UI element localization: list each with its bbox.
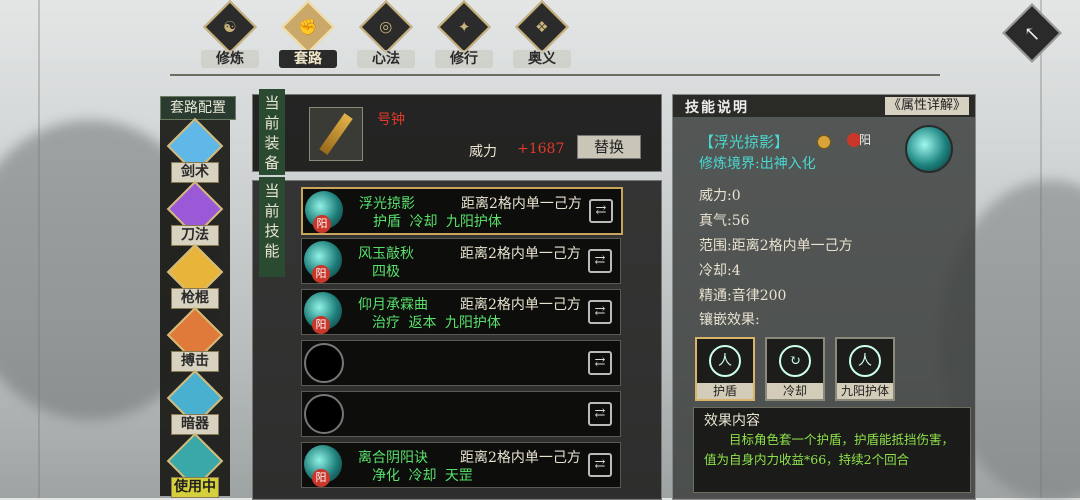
- skill-tags: 治疗 返本 九阳护体: [372, 315, 501, 331]
- tab-label: 修炼: [201, 50, 259, 68]
- description-title: 技能说明: [685, 100, 749, 116]
- skill-tags: 四极: [372, 264, 400, 280]
- skill-slot-1[interactable]: 阳 浮光掠影 距离2格内单一己方 护盾 冷却 九阳护体 ⇄: [301, 187, 623, 235]
- weapon-icon[interactable]: [309, 107, 363, 161]
- skill-range: 距离2格内单一己方: [460, 246, 581, 262]
- skill-tags: 护盾 冷却 九阳护体: [373, 214, 502, 230]
- inlay-shield[interactable]: 人 护盾: [695, 337, 755, 401]
- category-fist[interactable]: 搏击: [166, 306, 224, 373]
- swap-icon[interactable]: ⇄: [588, 453, 612, 477]
- tab-label: 套路: [279, 50, 337, 68]
- tab-emblem-icon: ◎: [359, 0, 413, 54]
- effect-title: 效果内容: [704, 413, 760, 429]
- skill-name: 离合阴阳诀: [358, 450, 428, 466]
- coin-icon: [817, 135, 831, 149]
- skill-name: 风玉敲秋: [358, 246, 414, 262]
- inlay-label: 九阳护体: [837, 383, 893, 399]
- category-sword[interactable]: 剑术: [166, 117, 224, 184]
- category-hidden-weapon[interactable]: 暗器: [166, 369, 224, 436]
- power-label: 威力: [469, 144, 497, 160]
- swap-icon[interactable]: ⇄: [588, 351, 612, 375]
- yang-label: 阳: [859, 133, 872, 147]
- description-header-bar: 技能说明 《属性详解》: [673, 95, 975, 117]
- swap-icon[interactable]: ⇄: [588, 249, 612, 273]
- top-tab-bar: ☯ 修炼 ✊ 套路 ◎ 心法 ✦ 修行 ❖ 奥义: [195, 0, 577, 68]
- equipment-panel: 当前装备 号钟 威力 +1687 替换: [252, 89, 662, 175]
- swap-icon[interactable]: ⇄: [589, 199, 613, 223]
- tab-aoyi[interactable]: ❖ 奥义: [507, 0, 577, 68]
- skill-slot-5-empty[interactable]: ⇄: [301, 391, 621, 437]
- category-spear[interactable]: 枪棍: [166, 243, 224, 310]
- category-sidebar: 套路配置 剑术 刀法 枪棍 搏击 暗器 使用中: [160, 96, 236, 499]
- tab-label: 奥义: [513, 50, 571, 68]
- tab-label: 心法: [357, 50, 415, 68]
- effect-text: 目标角色套一个护盾，护盾能抵挡伤害，值为自身内力收益*66，持续2个回合: [704, 432, 955, 467]
- skill-name: 仰月承霖曲: [358, 297, 428, 313]
- category-in-use[interactable]: 使用中: [166, 432, 224, 499]
- tab-xiuxing[interactable]: ✦ 修行: [429, 0, 499, 68]
- skills-header: 当前技能: [259, 177, 285, 277]
- yang-badge: 阳: [312, 265, 330, 283]
- tab-xiulian[interactable]: ☯ 修炼: [195, 0, 265, 68]
- sidebar-title: 套路配置: [160, 96, 236, 120]
- category-blade[interactable]: 刀法: [166, 180, 224, 247]
- tab-emblem-icon: ❖: [515, 0, 569, 54]
- tab-xinfa[interactable]: ◎ 心法: [351, 0, 421, 68]
- skill-tags: 净化 冷却 天罡: [372, 468, 473, 484]
- skill-range: 距离2格内单一己方: [460, 450, 581, 466]
- skill-slot-2[interactable]: 阳 风玉敲秋 距离2格内单一己方 四极 ⇄: [301, 238, 621, 284]
- shield-icon: 人: [709, 345, 741, 377]
- guard-icon: 人: [849, 345, 881, 377]
- power-value: +1687: [517, 141, 565, 157]
- effect-box: 效果内容 目标角色套一个护盾，护盾能抵挡伤害，值为自身内力收益*66，持续2个回…: [693, 407, 971, 493]
- stat-cooldown: 冷却:4: [699, 263, 741, 279]
- empty-slot-icon: [304, 343, 344, 383]
- cooldown-icon: ↻: [779, 345, 811, 377]
- skill-slot-6[interactable]: 阳 离合阴阳诀 距离2格内单一己方 净化 冷却 天罡 ⇄: [301, 442, 621, 488]
- inlay-label: 护盾: [697, 383, 753, 399]
- yang-badge: 阳: [312, 316, 330, 334]
- stat-power: 威力:0: [699, 188, 741, 204]
- skills-panel: 当前技能 阳 浮光掠影 距离2格内单一己方 护盾 冷却 九阳护体 ⇄ 阳 风玉敲…: [252, 177, 662, 500]
- equipment-name: 号钟: [377, 112, 405, 128]
- swap-icon[interactable]: ⇄: [588, 402, 612, 426]
- stat-range: 范围:距离2格内单一己方: [699, 238, 853, 254]
- yang-badge: 阳: [312, 469, 330, 487]
- arrow-back-icon: ↖: [1023, 20, 1041, 45]
- tab-label: 修行: [435, 50, 493, 68]
- skill-range: 距离2格内单一己方: [461, 196, 582, 212]
- skill-slot-3[interactable]: 阳 仰月承霖曲 距离2格内单一己方 治疗 返本 九阳护体 ⇄: [301, 289, 621, 335]
- tab-taolu[interactable]: ✊ 套路: [273, 0, 343, 68]
- cultivation-realm: 修炼境界:出神入化: [699, 156, 816, 172]
- inlay-title: 镶嵌效果:: [699, 312, 760, 328]
- skill-range: 距离2格内单一己方: [460, 297, 581, 313]
- inlay-jiuyang[interactable]: 人 九阳护体: [835, 337, 895, 401]
- empty-slot-icon: [304, 394, 344, 434]
- stat-mastery: 精通:音律200: [699, 288, 787, 304]
- skill-large-icon: [905, 125, 953, 173]
- tab-divider: [170, 74, 940, 76]
- yang-badge: 阳: [313, 215, 331, 233]
- category-label: 使用中: [171, 477, 219, 498]
- tab-emblem-icon: ☯: [203, 0, 257, 54]
- skill-name: 浮光掠影: [359, 196, 415, 212]
- tab-emblem-icon: ✦: [437, 0, 491, 54]
- skill-slot-4-empty[interactable]: ⇄: [301, 340, 621, 386]
- swap-icon[interactable]: ⇄: [588, 300, 612, 324]
- inlay-cooldown[interactable]: ↻ 冷却: [765, 337, 825, 401]
- skill-description-panel: 技能说明 《属性详解》 【浮光掠影】 阳 修炼境界:出神入化 威力:0 真气:5…: [672, 94, 976, 500]
- attribute-details-button[interactable]: 《属性详解》: [885, 97, 969, 115]
- inlay-label: 冷却: [767, 383, 823, 399]
- stat-qi: 真气:56: [699, 213, 750, 229]
- replace-button[interactable]: 替换: [577, 135, 641, 159]
- equipment-header: 当前装备: [259, 89, 285, 175]
- selected-skill-title: 【浮光掠影】: [699, 133, 790, 151]
- fist-icon: ✊: [281, 0, 335, 54]
